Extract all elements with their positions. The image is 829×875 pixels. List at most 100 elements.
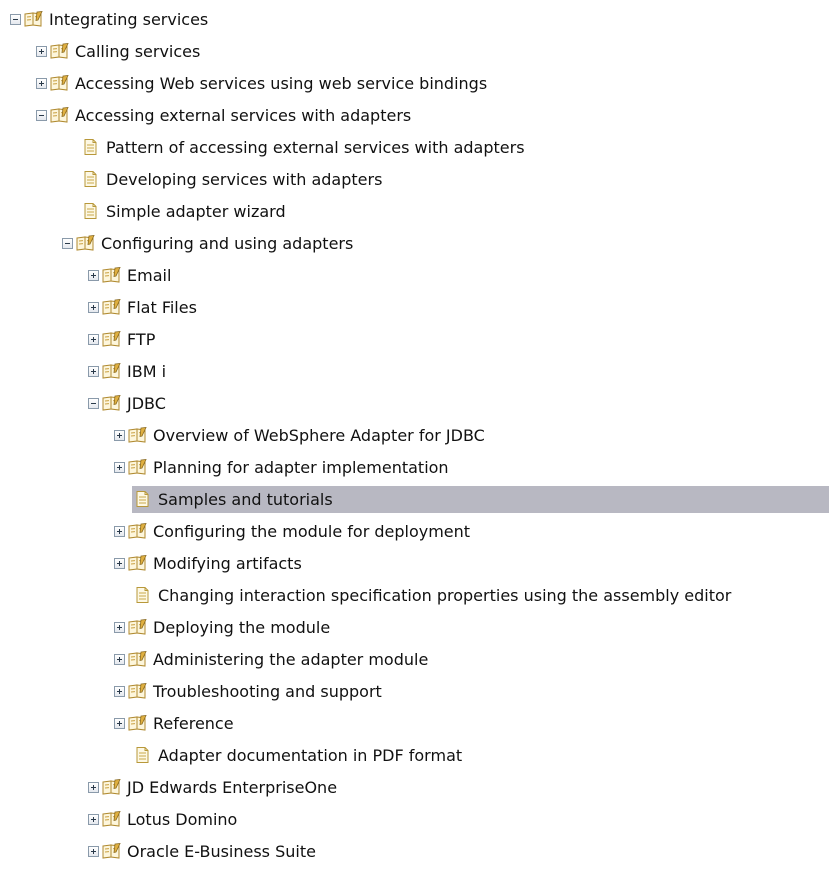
topic-page-icon bbox=[82, 139, 102, 155]
expand-toggle-icon[interactable] bbox=[114, 654, 125, 665]
topic-page-icon bbox=[134, 491, 154, 507]
expand-toggle-icon[interactable] bbox=[88, 782, 99, 793]
tree-row[interactable]: Deploying the module bbox=[0, 612, 829, 644]
tree-item-label[interactable]: Calling services bbox=[75, 42, 200, 61]
tree-row[interactable]: Configuring the module for deployment bbox=[0, 516, 829, 548]
tree-item-label[interactable]: FTP bbox=[127, 330, 155, 349]
collapse-toggle-icon[interactable] bbox=[88, 398, 99, 409]
book-icon bbox=[128, 555, 148, 571]
tree-item-label[interactable]: Lotus Domino bbox=[127, 810, 237, 829]
tree-item-label[interactable]: Simple adapter wizard bbox=[106, 202, 286, 221]
book-icon bbox=[50, 75, 70, 91]
tree-item-label[interactable]: Administering the adapter module bbox=[153, 650, 428, 669]
tree-item-label[interactable]: Accessing Web services using web service… bbox=[75, 74, 487, 93]
expand-toggle-icon[interactable] bbox=[88, 334, 99, 345]
expand-toggle-icon[interactable] bbox=[114, 718, 125, 729]
tree-row[interactable]: Accessing Web services using web service… bbox=[0, 68, 829, 100]
collapse-toggle-icon[interactable] bbox=[62, 238, 73, 249]
expand-toggle-icon[interactable] bbox=[88, 814, 99, 825]
book-icon bbox=[102, 299, 122, 315]
tree-item-label[interactable]: Deploying the module bbox=[153, 618, 330, 637]
book-icon bbox=[76, 235, 96, 251]
topic-page-icon bbox=[82, 203, 102, 219]
tree-item-label[interactable]: IBM i bbox=[127, 362, 166, 381]
book-icon bbox=[102, 811, 122, 827]
tree-item-label[interactable]: Configuring the module for deployment bbox=[153, 522, 470, 541]
book-icon bbox=[102, 843, 122, 859]
tree-item-label[interactable]: Reference bbox=[153, 714, 234, 733]
book-icon bbox=[102, 331, 122, 347]
book-icon bbox=[128, 523, 148, 539]
tree-item-label[interactable]: Accessing external services with adapter… bbox=[75, 106, 411, 125]
tree-item-label[interactable]: Overview of WebSphere Adapter for JDBC bbox=[153, 426, 485, 445]
tree-item-label[interactable]: Oracle E-Business Suite bbox=[127, 842, 316, 861]
tree-item-label[interactable]: JDBC bbox=[127, 394, 166, 413]
tree-row[interactable]: Accessing external services with adapter… bbox=[0, 100, 829, 132]
book-icon bbox=[128, 619, 148, 635]
book-icon bbox=[128, 651, 148, 667]
expand-toggle-icon[interactable] bbox=[114, 558, 125, 569]
expand-toggle-icon[interactable] bbox=[114, 686, 125, 697]
tree-row[interactable]: Reference bbox=[0, 708, 829, 740]
tree-row[interactable]: JDBC bbox=[0, 388, 829, 420]
tree-row[interactable]: Oracle E-Business Suite bbox=[0, 836, 829, 868]
tree-item-label[interactable]: Modifying artifacts bbox=[153, 554, 302, 573]
tree-item-label[interactable]: Planning for adapter implementation bbox=[153, 458, 449, 477]
tree-row[interactable]: Modifying artifacts bbox=[0, 548, 829, 580]
tree-row[interactable]: Samples and tutorials bbox=[0, 484, 829, 516]
expand-toggle-icon[interactable] bbox=[114, 526, 125, 537]
tree-row[interactable]: Administering the adapter module bbox=[0, 644, 829, 676]
tree-item-label[interactable]: Flat Files bbox=[127, 298, 197, 317]
tree-row[interactable]: IBM i bbox=[0, 356, 829, 388]
book-icon bbox=[102, 779, 122, 795]
book-icon bbox=[128, 683, 148, 699]
tree-item-label[interactable]: Samples and tutorials bbox=[158, 490, 333, 509]
book-icon bbox=[128, 715, 148, 731]
book-icon bbox=[50, 43, 70, 59]
tree-row[interactable]: FTP bbox=[0, 324, 829, 356]
tree-row[interactable]: Pattern of accessing external services w… bbox=[0, 132, 829, 164]
tree-item-label[interactable]: Configuring and using adapters bbox=[101, 234, 353, 253]
expand-toggle-icon[interactable] bbox=[88, 302, 99, 313]
help-contents-tree: Integrating services Calling services Acce… bbox=[0, 4, 829, 868]
book-icon bbox=[102, 363, 122, 379]
collapse-toggle-icon[interactable] bbox=[36, 110, 47, 121]
tree-row[interactable]: Configuring and using adapters bbox=[0, 228, 829, 260]
tree-item-label[interactable]: Changing interaction specification prope… bbox=[158, 586, 731, 605]
tree-item-label[interactable]: Pattern of accessing external services w… bbox=[106, 138, 525, 157]
expand-toggle-icon[interactable] bbox=[88, 846, 99, 857]
tree-row[interactable]: Planning for adapter implementation bbox=[0, 452, 829, 484]
expand-toggle-icon[interactable] bbox=[114, 462, 125, 473]
book-icon bbox=[128, 459, 148, 475]
expand-toggle-icon[interactable] bbox=[114, 430, 125, 441]
tree-row[interactable]: Adapter documentation in PDF format bbox=[0, 740, 829, 772]
collapse-toggle-icon[interactable] bbox=[10, 14, 21, 25]
tree-row[interactable]: Flat Files bbox=[0, 292, 829, 324]
tree-row[interactable]: Overview of WebSphere Adapter for JDBC bbox=[0, 420, 829, 452]
book-icon bbox=[50, 107, 70, 123]
tree-row[interactable]: Calling services bbox=[0, 36, 829, 68]
tree-item-label[interactable]: Adapter documentation in PDF format bbox=[158, 746, 462, 765]
expand-toggle-icon[interactable] bbox=[36, 78, 47, 89]
expand-toggle-icon[interactable] bbox=[88, 270, 99, 281]
tree-row[interactable]: JD Edwards EnterpriseOne bbox=[0, 772, 829, 804]
expand-toggle-icon[interactable] bbox=[36, 46, 47, 57]
tree-row[interactable]: Simple adapter wizard bbox=[0, 196, 829, 228]
tree-row[interactable]: Email bbox=[0, 260, 829, 292]
tree-item-label[interactable]: Integrating services bbox=[49, 10, 208, 29]
tree-row[interactable]: Integrating services bbox=[0, 4, 829, 36]
topic-page-icon bbox=[134, 747, 154, 763]
expand-toggle-icon[interactable] bbox=[114, 622, 125, 633]
tree-row[interactable]: Lotus Domino bbox=[0, 804, 829, 836]
tree-item-label[interactable]: Email bbox=[127, 266, 171, 285]
tree-row[interactable]: Troubleshooting and support bbox=[0, 676, 829, 708]
topic-page-icon bbox=[134, 587, 154, 603]
tree-row[interactable]: Changing interaction specification prope… bbox=[0, 580, 829, 612]
tree-row[interactable]: Developing services with adapters bbox=[0, 164, 829, 196]
book-icon bbox=[24, 11, 44, 27]
tree-item-label[interactable]: Developing services with adapters bbox=[106, 170, 382, 189]
tree-item-label[interactable]: Troubleshooting and support bbox=[153, 682, 382, 701]
topic-page-icon bbox=[82, 171, 102, 187]
expand-toggle-icon[interactable] bbox=[88, 366, 99, 377]
tree-item-label[interactable]: JD Edwards EnterpriseOne bbox=[127, 778, 337, 797]
